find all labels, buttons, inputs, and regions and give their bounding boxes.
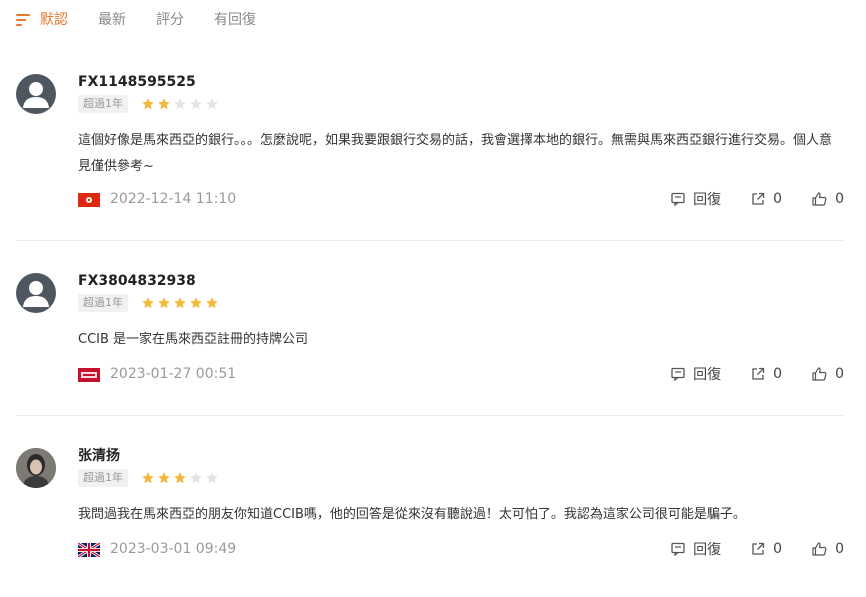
avatar[interactable] <box>16 74 56 114</box>
share-button[interactable]: 0 <box>751 541 782 557</box>
star-filled-icon <box>174 297 186 309</box>
review-text: 這個好像是馬來西亞的銀行。。。怎麼說呢，如果我要跟銀行交易的話，我會選擇本地的銀… <box>78 133 833 174</box>
like-count: 0 <box>835 191 844 207</box>
divider <box>16 240 844 241</box>
review-date: 2023-03-01 09:49 <box>110 541 237 557</box>
thumbs-up-icon <box>812 192 827 206</box>
tab-has-reply[interactable]: 有回復 <box>214 8 256 32</box>
reply-button[interactable]: 回復 <box>671 539 721 559</box>
tenure-badge: 超過1年 <box>78 95 128 113</box>
star-filled-icon <box>158 98 170 110</box>
reply-button[interactable]: 回復 <box>671 364 721 384</box>
hong-kong-flag-icon <box>78 192 100 207</box>
like-button[interactable]: 0 <box>812 541 844 557</box>
review-item: FX1148595525 超過1年 這個好像是馬來西亞的銀行。。。怎麼說呢，如果… <box>16 74 844 224</box>
star-empty-icon <box>190 472 202 484</box>
username[interactable]: 张清扬 <box>78 446 120 466</box>
comment-icon <box>671 367 685 381</box>
sort-tabs: 默認 最新 評分 有回復 <box>16 8 286 32</box>
review-meta: 2023-01-27 00:51 <box>78 364 236 384</box>
reply-button[interactable]: 回復 <box>671 189 721 209</box>
share-icon <box>752 192 765 205</box>
star-filled-icon <box>158 297 170 309</box>
star-filled-icon <box>142 98 154 110</box>
share-icon <box>752 542 765 555</box>
comment-icon <box>671 542 685 556</box>
username[interactable]: FX3804832938 <box>78 271 196 291</box>
review-actions: 回復 0 0 <box>641 364 844 384</box>
review-date: 2023-01-27 00:51 <box>110 366 237 382</box>
star-empty-icon <box>206 472 218 484</box>
review-date: 2022-12-14 11:10 <box>110 191 237 207</box>
star-rating <box>141 95 221 113</box>
review-text: 我問過我在馬來西亞的朋友你知道CCIB嗎，他的回答是從來沒有聽說過！太可怕了。我… <box>78 507 746 522</box>
share-button[interactable]: 0 <box>751 366 782 382</box>
star-empty-icon <box>206 98 218 110</box>
like-button[interactable]: 0 <box>812 191 844 207</box>
tenure-badge: 超過1年 <box>78 469 128 487</box>
star-rating <box>141 469 221 487</box>
thumbs-up-icon <box>812 367 827 381</box>
username[interactable]: FX1148595525 <box>78 72 196 92</box>
comment-icon <box>671 192 685 206</box>
star-empty-icon <box>174 98 186 110</box>
sort-icon <box>16 13 32 27</box>
share-count: 0 <box>773 366 783 382</box>
like-count: 0 <box>835 366 844 382</box>
avatar[interactable] <box>16 273 56 313</box>
review-text: CCIB 是一家在馬來西亞註冊的持牌公司 <box>78 332 309 347</box>
star-filled-icon <box>206 297 218 309</box>
star-filled-icon <box>174 472 186 484</box>
tab-rating[interactable]: 評分 <box>156 8 184 32</box>
like-button[interactable]: 0 <box>812 366 844 382</box>
uk-flag-icon <box>77 541 101 559</box>
share-button[interactable]: 0 <box>751 191 782 207</box>
review-item: 张清扬 超過1年 我問過我在馬來西亞的朋友你知道CCIB嗎，他的回答是從來沒有聽… <box>16 448 844 568</box>
taiwan-flag-icon <box>78 367 100 382</box>
review-item: FX3804832938 超過1年 CCIB 是一家在馬來西亞註冊的持牌公司 2… <box>16 273 844 393</box>
tenure-badge: 超過1年 <box>78 294 128 312</box>
reply-label: 回復 <box>693 192 722 208</box>
default-user-icon <box>23 82 49 108</box>
thumbs-up-icon <box>812 542 827 556</box>
default-user-icon <box>23 281 49 307</box>
tab-default[interactable]: 默認 <box>16 8 68 32</box>
review-meta: 2023-03-01 09:49 <box>77 539 237 559</box>
share-count: 0 <box>773 541 783 557</box>
star-empty-icon <box>190 98 202 110</box>
like-count: 0 <box>835 541 844 557</box>
share-icon <box>752 367 765 380</box>
star-filled-icon <box>158 472 170 484</box>
star-filled-icon <box>142 472 154 484</box>
tab-default-label: 默認 <box>40 12 68 28</box>
star-rating <box>141 294 221 312</box>
share-count: 0 <box>773 191 783 207</box>
review-actions: 回復 0 0 <box>641 189 844 209</box>
divider <box>16 415 844 416</box>
star-filled-icon <box>142 297 154 309</box>
review-actions: 回復 0 0 <box>641 539 844 559</box>
user-photo-icon <box>16 448 56 488</box>
reply-label: 回復 <box>693 367 722 383</box>
review-meta: 2022-12-14 11:10 <box>78 189 236 209</box>
tab-latest[interactable]: 最新 <box>98 8 126 32</box>
star-filled-icon <box>190 297 202 309</box>
reply-label: 回復 <box>693 542 722 558</box>
avatar[interactable] <box>16 448 56 488</box>
